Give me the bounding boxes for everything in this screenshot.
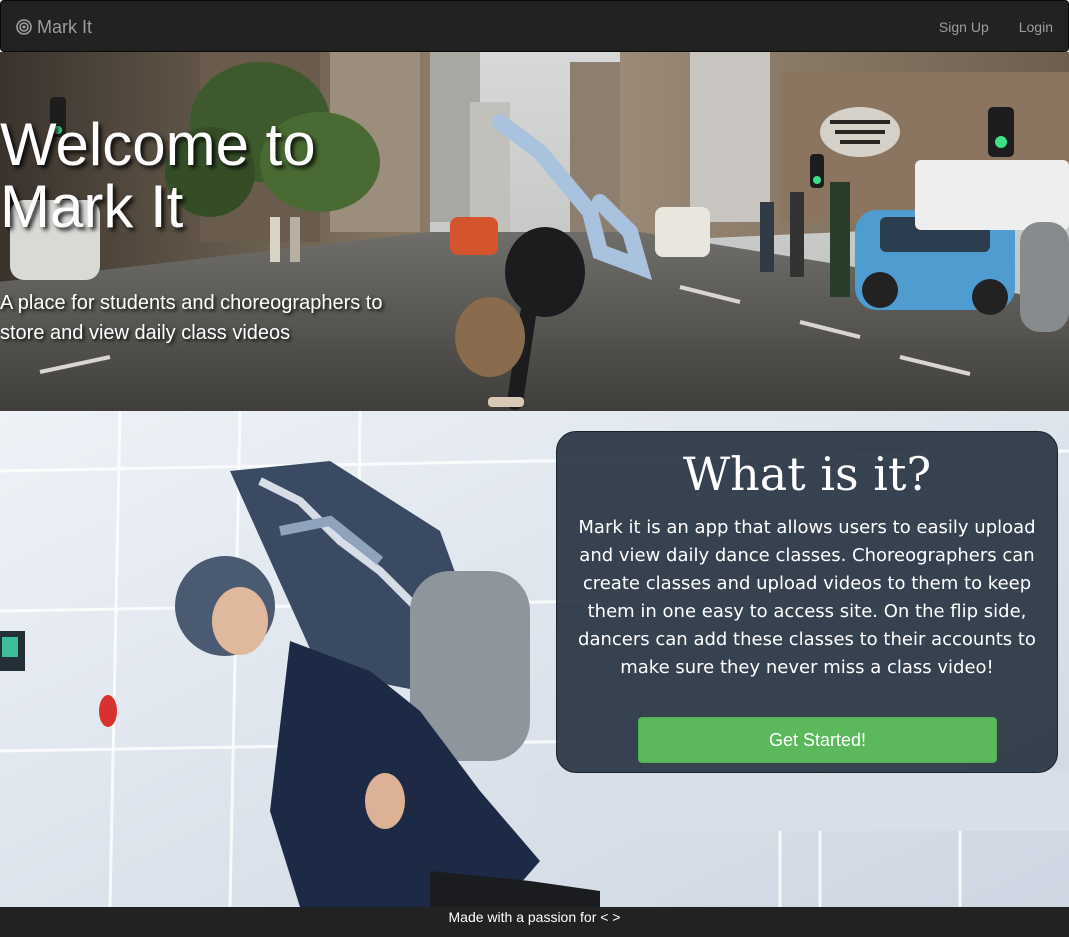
info-card: What is it? Mark it is an app that allow… <box>556 431 1058 773</box>
brand-link[interactable]: Mark It <box>16 1 92 53</box>
info-title: What is it? <box>682 447 932 501</box>
nav-links: Sign Up Login <box>924 1 1068 53</box>
get-started-button[interactable]: Get Started! <box>638 717 997 763</box>
sign-up-link[interactable]: Sign Up <box>924 1 1004 53</box>
hero-subtitle: A place for students and choreographers … <box>0 292 383 344</box>
brand-label: Mark It <box>37 16 93 37</box>
info-description: Mark it is an app that allows users to e… <box>578 517 1036 678</box>
about-section: What is it? Mark it is an app that allow… <box>0 411 1069 907</box>
hero-section: Welcome to Mark It A place for students … <box>0 52 1069 411</box>
navbar: Mark It Sign Up Login <box>0 0 1069 52</box>
footer: Made with a passion for < > <box>0 907 1069 937</box>
hero-title: Welcome to Mark It <box>0 111 316 240</box>
login-link[interactable]: Login <box>1004 1 1068 53</box>
target-icon <box>16 19 32 35</box>
footer-text: Made with a passion for < > <box>448 909 621 925</box>
